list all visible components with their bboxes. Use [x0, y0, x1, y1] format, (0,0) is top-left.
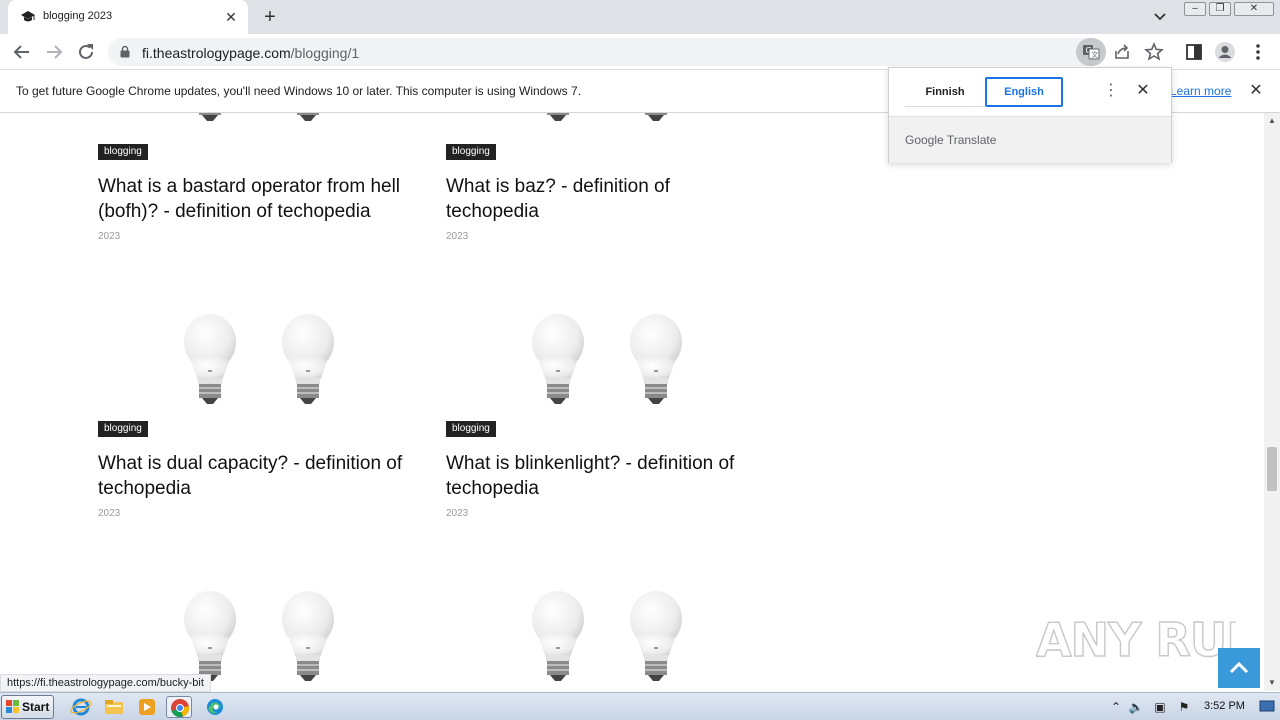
reload-icon[interactable]	[74, 40, 98, 64]
translate-button[interactable]: G 文	[1076, 38, 1106, 66]
browser-tab[interactable]: blogging 2023 ✕	[8, 0, 248, 34]
post-year: 2023	[446, 231, 469, 242]
chrome-taskbar-button[interactable]	[166, 696, 192, 718]
translate-icon: G 文	[1083, 45, 1100, 60]
graduation-cap-icon	[21, 11, 35, 22]
edge-icon[interactable]	[202, 696, 228, 718]
url-path: /blogging/1	[290, 45, 360, 61]
address-bar[interactable]: fi.theastrologypage.com/blogging/1 G 文	[108, 38, 1165, 66]
bulb-thumbnail[interactable]	[180, 312, 390, 408]
post-title[interactable]: What is baz? - definition of techopedia	[446, 174, 706, 224]
chevron-up-icon	[1229, 661, 1249, 674]
bulb-thumbnail[interactable]	[528, 113, 738, 123]
profile-avatar-icon[interactable]	[1213, 40, 1237, 64]
browser-toolbar: fi.theastrologypage.com/blogging/1 G 文	[0, 34, 1280, 70]
status-url: https://fi.theastrologypage.com/bucky-bi…	[0, 674, 211, 692]
scroll-thumb[interactable]	[1267, 447, 1277, 491]
show-desktop-icon[interactable]	[1258, 699, 1276, 715]
translate-options-icon[interactable]: ⋮	[1102, 82, 1120, 102]
more-menu-icon[interactable]	[1246, 40, 1270, 64]
url-host: fi.theastrologypage.com	[142, 45, 291, 61]
new-tab-button[interactable]: +	[258, 6, 282, 28]
post-title[interactable]: What is blinkenlight? - definition of te…	[446, 451, 791, 501]
post-year: 2023	[98, 508, 121, 519]
category-tag[interactable]: blogging	[446, 144, 496, 160]
volume-icon[interactable]: 🔈	[1128, 699, 1144, 715]
lang-tab-finnish[interactable]: Finnish	[905, 77, 985, 107]
tab-strip: blogging 2023 ✕ + – ❐ ✕	[0, 0, 1280, 34]
chevron-down-icon[interactable]	[1150, 8, 1170, 26]
bookmark-star-icon[interactable]	[1142, 40, 1166, 64]
post-year: 2023	[446, 508, 469, 519]
infobar-close-icon[interactable]: ✕	[1246, 81, 1266, 101]
network-icon[interactable]: ▣	[1152, 699, 1168, 715]
lang-tab-english[interactable]: English	[985, 77, 1063, 107]
bulb-thumbnail[interactable]	[528, 589, 738, 685]
bulb-thumbnail[interactable]	[528, 312, 738, 408]
post-year: 2023	[98, 231, 121, 242]
windows-taskbar: Start ⌃ 🔈 ▣ ⚑ 3:52 PM	[0, 692, 1280, 720]
translate-close-icon[interactable]: ✕	[1133, 81, 1153, 101]
bulb-thumbnail[interactable]	[180, 589, 390, 685]
action-center-flag-icon[interactable]: ⚑	[1176, 699, 1192, 715]
bulb-thumbnail[interactable]	[180, 113, 390, 123]
page-scrollbar[interactable]: ▲ ▼	[1264, 113, 1280, 691]
url-text[interactable]: fi.theastrologypage.com/blogging/1	[142, 45, 359, 61]
translate-popup: Finnish English ⋮ ✕ Google Translate	[888, 67, 1172, 163]
lock-icon[interactable]	[120, 45, 130, 58]
post-title[interactable]: What is dual capacity? - definition of t…	[98, 451, 443, 501]
infobar-message: To get future Google Chrome updates, you…	[16, 84, 582, 98]
window-close-button[interactable]: ✕	[1234, 2, 1274, 16]
category-tag[interactable]: blogging	[98, 421, 148, 437]
internet-explorer-icon[interactable]	[68, 696, 94, 718]
page-content: blogging What is a bastard operator from…	[0, 113, 1264, 691]
tab-title: blogging 2023	[43, 10, 113, 22]
chrome-icon	[171, 699, 190, 718]
google-translate-brand: Google Translate	[905, 133, 997, 147]
file-explorer-icon[interactable]	[101, 696, 127, 718]
back-icon[interactable]	[10, 40, 34, 64]
svg-text:文: 文	[1091, 50, 1098, 59]
taskbar-clock[interactable]: 3:52 PM	[1204, 700, 1245, 712]
anyrun-watermark: ANY RUN	[1036, 612, 1236, 667]
scroll-down-icon[interactable]: ▼	[1267, 678, 1277, 688]
translate-footer: Google Translate	[889, 116, 1171, 163]
post-title[interactable]: What is a bastard operator from hell (bo…	[98, 174, 443, 224]
side-panel-icon[interactable]	[1182, 40, 1206, 64]
share-icon[interactable]	[1110, 40, 1134, 64]
restore-button[interactable]: ❐	[1209, 2, 1231, 16]
learn-more-link[interactable]: Learn more	[1170, 84, 1231, 98]
category-tag[interactable]: blogging	[446, 421, 496, 437]
media-player-icon[interactable]	[134, 696, 160, 718]
forward-icon[interactable]	[42, 40, 66, 64]
show-hidden-icons-icon[interactable]: ⌃	[1108, 699, 1124, 715]
start-label: Start	[22, 700, 50, 714]
minimize-button[interactable]: –	[1184, 2, 1206, 16]
windows-logo-icon	[6, 700, 19, 713]
back-to-top-button[interactable]	[1218, 648, 1260, 688]
start-button[interactable]: Start	[1, 695, 54, 719]
close-tab-icon[interactable]: ✕	[222, 8, 240, 26]
scroll-up-icon[interactable]: ▲	[1267, 116, 1277, 126]
watermark-text: ANY RUN	[1036, 613, 1236, 667]
category-tag[interactable]: blogging	[98, 144, 148, 160]
